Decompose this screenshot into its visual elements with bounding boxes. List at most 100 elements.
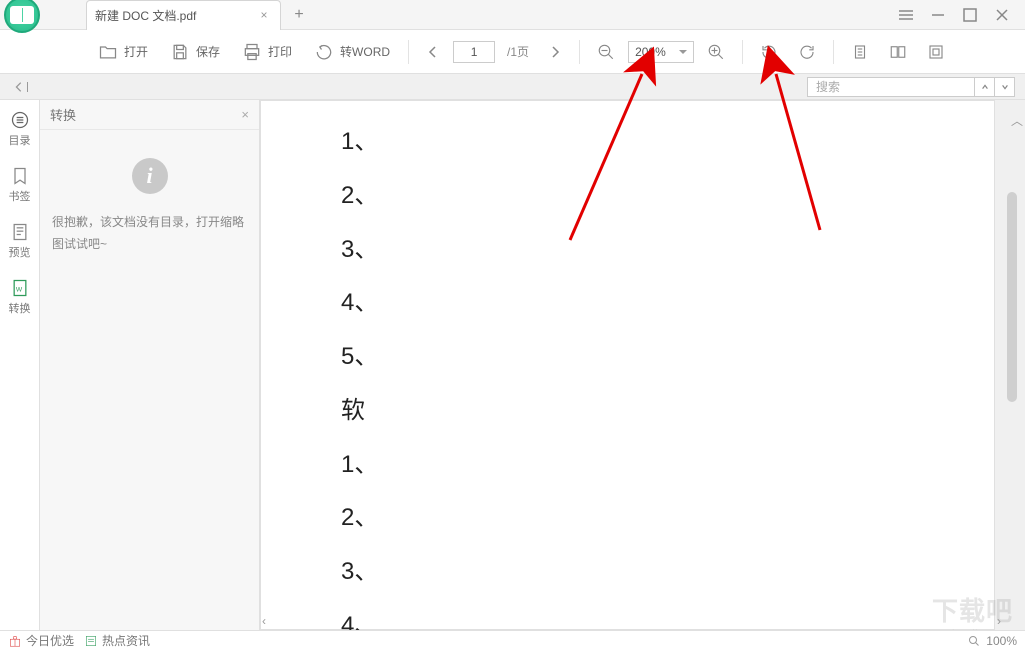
separator bbox=[408, 40, 409, 64]
prev-page-button[interactable] bbox=[419, 45, 447, 59]
status-zoom-value: 100% bbox=[986, 634, 1017, 648]
save-button[interactable]: 保存 bbox=[162, 36, 228, 68]
open-button[interactable]: 打开 bbox=[90, 36, 156, 68]
sidebar-item-convert[interactable]: W 转换 bbox=[0, 274, 40, 320]
rotate-ccw-button[interactable] bbox=[753, 36, 785, 68]
zoom-in-button[interactable] bbox=[700, 36, 732, 68]
save-icon bbox=[170, 42, 190, 62]
status-zoom[interactable]: 100% bbox=[968, 634, 1017, 648]
separator bbox=[833, 40, 834, 64]
sidebar-item-toc[interactable]: 目录 bbox=[0, 106, 40, 152]
separator bbox=[579, 40, 580, 64]
panel-close-button[interactable]: × bbox=[241, 107, 249, 122]
document-viewer[interactable]: 1、2、3、4、5、软1、2、3、4、 ︿ ‹ › bbox=[260, 100, 1025, 630]
bookmark-icon bbox=[10, 166, 30, 186]
status-today-label: 今日优选 bbox=[26, 632, 74, 649]
toword-label: 转WORD bbox=[340, 43, 390, 60]
document-line: 4、 bbox=[341, 599, 994, 630]
preview-icon bbox=[10, 222, 30, 242]
info-icon: i bbox=[132, 158, 168, 194]
document-line: 4、 bbox=[341, 276, 994, 330]
side-panel: 转换 × i 很抱歉，该文档没有目录，打开缩略图试试吧~ bbox=[40, 100, 260, 630]
collapse-sidebar-button[interactable] bbox=[0, 74, 40, 100]
scroll-left-icon[interactable]: ‹ bbox=[262, 614, 266, 628]
document-tab[interactable]: 新建 DOC 文档.pdf × bbox=[86, 0, 281, 30]
separator bbox=[742, 40, 743, 64]
minimize-icon[interactable] bbox=[929, 6, 947, 24]
sidebar-item-bookmark[interactable]: 书签 bbox=[0, 162, 40, 208]
zoom-icon bbox=[968, 635, 980, 647]
status-news-button[interactable]: 热点资讯 bbox=[84, 632, 150, 649]
panel-body: i 很抱歉，该文档没有目录，打开缩略图试试吧~ bbox=[40, 130, 259, 630]
sidebar-item-preview[interactable]: 预览 bbox=[0, 218, 40, 264]
toc-icon bbox=[10, 110, 30, 130]
page-number-input[interactable] bbox=[453, 41, 495, 63]
chevron-down-icon bbox=[1001, 83, 1009, 91]
print-icon bbox=[242, 42, 262, 62]
page-total-label: /1页 bbox=[507, 43, 529, 60]
app-logo bbox=[2, 0, 42, 35]
share-icon bbox=[314, 42, 334, 62]
search-prev-button[interactable] bbox=[975, 77, 995, 97]
close-tab-icon[interactable]: × bbox=[256, 7, 272, 23]
document-line: 2、 bbox=[341, 169, 994, 223]
zoom-in-icon bbox=[707, 43, 725, 61]
to-word-button[interactable]: 转WORD bbox=[306, 36, 398, 68]
zoom-value: 200% bbox=[635, 45, 666, 59]
single-page-button[interactable] bbox=[844, 36, 876, 68]
status-today-button[interactable]: 今日优选 bbox=[8, 632, 74, 649]
rotate-cw-button[interactable] bbox=[791, 36, 823, 68]
document-line: 1、 bbox=[341, 438, 994, 492]
search-next-button[interactable] bbox=[995, 77, 1015, 97]
panel-header: 转换 × bbox=[40, 100, 259, 130]
sidebar-label-convert: 转换 bbox=[9, 300, 31, 316]
print-button[interactable]: 打印 bbox=[234, 36, 300, 68]
gift-icon bbox=[8, 634, 22, 648]
menu-icon[interactable] bbox=[897, 6, 915, 24]
sidebar-label-preview: 预览 bbox=[9, 244, 31, 260]
search-input-wrap[interactable] bbox=[807, 77, 975, 97]
panel-message: 很抱歉，该文档没有目录，打开缩略图试试吧~ bbox=[52, 212, 247, 255]
search-input[interactable] bbox=[816, 80, 971, 94]
window-controls bbox=[897, 6, 1025, 24]
chevron-up-icon bbox=[981, 83, 989, 91]
status-news-label: 热点资讯 bbox=[102, 632, 150, 649]
single-page-icon bbox=[851, 43, 869, 61]
sidebar-label-toc: 目录 bbox=[9, 132, 31, 148]
vertical-scrollbar-thumb[interactable] bbox=[1007, 192, 1017, 402]
document-content: 1、2、3、4、5、软1、2、3、4、 bbox=[261, 101, 994, 630]
rotate-cw-icon bbox=[798, 43, 816, 61]
fit-page-button[interactable] bbox=[920, 36, 952, 68]
new-tab-button[interactable]: + bbox=[287, 3, 311, 27]
chevron-left-icon bbox=[426, 45, 440, 59]
document-line: 软 bbox=[341, 384, 994, 438]
main-area: 目录 书签 预览 W 转换 转换 × i 很抱歉，该文档没有目录，打开缩略图试试… bbox=[0, 100, 1025, 630]
titlebar: 新建 DOC 文档.pdf × + bbox=[0, 0, 1025, 30]
toolbar: 打开 保存 打印 转WORD /1页 200% bbox=[0, 30, 1025, 74]
maximize-icon[interactable] bbox=[961, 6, 979, 24]
search-box bbox=[807, 77, 1025, 97]
next-page-button[interactable] bbox=[541, 45, 569, 59]
convert-icon: W bbox=[10, 278, 30, 298]
scroll-up-icon[interactable]: ︿ bbox=[1011, 112, 1023, 129]
document-line: 5、 bbox=[341, 330, 994, 384]
zoom-out-button[interactable] bbox=[590, 36, 622, 68]
two-page-button[interactable] bbox=[882, 36, 914, 68]
folder-icon bbox=[98, 42, 118, 62]
search-row bbox=[0, 74, 1025, 100]
zoom-select[interactable]: 200% bbox=[628, 41, 694, 63]
print-label: 打印 bbox=[268, 43, 292, 60]
news-icon bbox=[84, 634, 98, 648]
open-label: 打开 bbox=[124, 43, 148, 60]
rotate-ccw-icon bbox=[760, 43, 778, 61]
page-canvas: 1、2、3、4、5、软1、2、3、4、 bbox=[260, 100, 995, 630]
left-sidebar: 目录 书签 预览 W 转换 bbox=[0, 100, 40, 630]
document-line: 1、 bbox=[341, 115, 994, 169]
sidebar-label-bookmark: 书签 bbox=[9, 188, 31, 204]
document-line: 3、 bbox=[341, 545, 994, 599]
svg-text:W: W bbox=[15, 286, 22, 293]
scroll-right-icon[interactable]: › bbox=[997, 614, 1001, 628]
chevron-left-icon bbox=[13, 81, 25, 93]
close-window-icon[interactable] bbox=[993, 6, 1011, 24]
save-label: 保存 bbox=[196, 43, 220, 60]
